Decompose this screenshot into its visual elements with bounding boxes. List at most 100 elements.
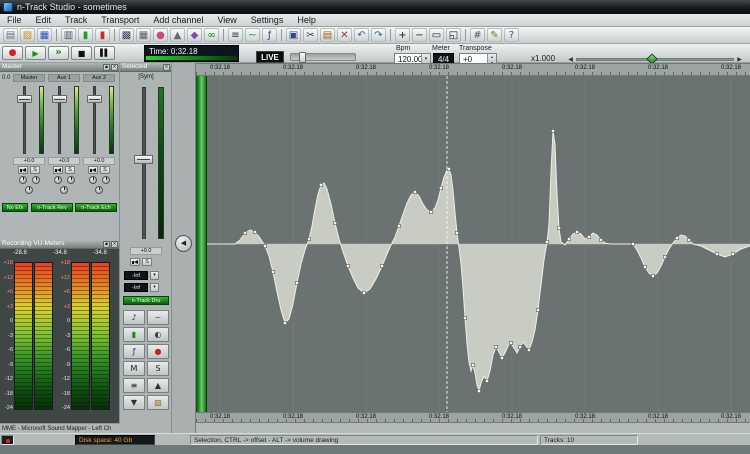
snap-grid-icon[interactable]: # <box>470 28 485 42</box>
menu-file[interactable]: File <box>0 14 29 27</box>
envelope-node[interactable] <box>397 224 400 227</box>
panel-minimize-button[interactable]: ▪ <box>103 64 110 71</box>
menu-track[interactable]: Track <box>58 14 94 27</box>
panel-close-button[interactable]: ✕ <box>163 64 170 71</box>
undo-icon[interactable]: ↶ <box>354 28 369 42</box>
envelope-node[interactable] <box>471 363 474 366</box>
envelope-node[interactable] <box>545 240 548 243</box>
envelope-node[interactable] <box>243 231 246 234</box>
menu-add-channel[interactable]: Add channel <box>146 14 210 27</box>
play-button[interactable]: ▶ <box>25 46 46 60</box>
volume-fader[interactable] <box>48 84 80 156</box>
master-effect-2-button[interactable]: n-Track Ech <box>75 203 117 212</box>
envelope-node[interactable] <box>551 129 554 132</box>
pan-knob[interactable] <box>54 176 62 184</box>
envelope-node[interactable] <box>575 230 578 233</box>
draw-tool-icon[interactable]: ✎ <box>487 28 502 42</box>
envelope-node[interactable] <box>599 238 602 241</box>
envelope-node[interactable] <box>587 235 590 238</box>
envelope-node[interactable] <box>463 316 466 319</box>
envelope-node[interactable] <box>715 252 718 255</box>
pause-button[interactable]: ▌▌ <box>94 46 115 60</box>
copy-icon[interactable]: ▣ <box>286 28 301 42</box>
zoom-out-icon[interactable]: − <box>412 28 427 42</box>
menu-settings[interactable]: Settings <box>244 14 291 27</box>
fader-knob[interactable] <box>17 95 32 103</box>
track-mute-button[interactable]: M <box>123 361 145 376</box>
track-up-button[interactable]: ▲ <box>147 378 169 393</box>
track-piano-button[interactable]: ♪ <box>123 310 145 325</box>
piano-roll-icon[interactable]: ▩ <box>119 28 134 42</box>
mixer-icon[interactable]: ▥ <box>61 28 76 42</box>
envelope-node[interactable] <box>362 291 365 294</box>
cut-icon[interactable]: ✂ <box>303 28 318 42</box>
envelope-node[interactable] <box>455 231 458 234</box>
mute-button[interactable] <box>88 166 98 174</box>
envelope-node[interactable] <box>307 237 310 240</box>
mute-button[interactable] <box>53 166 63 174</box>
timeline-ruler-top[interactable]: 0:32.180:32.180:32.180:32.180:32.180:32.… <box>196 63 750 76</box>
envelope-node[interactable] <box>477 389 480 392</box>
panel-close-button[interactable]: ✕ <box>111 64 118 71</box>
volume-fader[interactable] <box>13 84 45 156</box>
zoom-in-icon[interactable]: + <box>395 28 410 42</box>
envelope-node[interactable] <box>557 226 560 229</box>
menu-transport[interactable]: Transport <box>94 14 146 27</box>
title-bar[interactable]: n-Track Studio - sometimes <box>0 0 750 14</box>
loop-icon[interactable]: ∞ <box>204 28 219 42</box>
selected-panel-header[interactable]: Selected ✕ <box>120 63 171 72</box>
fader-knob[interactable] <box>87 95 102 103</box>
song-list-icon[interactable]: ≡ <box>228 28 243 42</box>
envelope-node[interactable] <box>413 190 416 193</box>
waveform-editor[interactable] <box>207 76 750 412</box>
envelope-node[interactable] <box>536 308 539 311</box>
pan-knob[interactable] <box>89 176 97 184</box>
aux1-send-knob[interactable] <box>67 176 75 184</box>
envelope-node[interactable] <box>494 345 497 348</box>
tempo-slider[interactable] <box>290 53 356 61</box>
menu-help[interactable]: Help <box>290 14 323 27</box>
master-panel-header[interactable]: Master ▪ ✕ <box>0 63 119 72</box>
aux2-send-knob[interactable] <box>60 186 68 194</box>
vu-panel-header[interactable]: Recording VU-Meters ▪ ✕ <box>0 240 119 249</box>
mute-button[interactable] <box>18 166 28 174</box>
eq-icon[interactable]: ~ <box>245 28 260 42</box>
fader-knob[interactable] <box>52 95 67 103</box>
solo-button[interactable]: S <box>100 166 110 174</box>
help-icon[interactable]: ? <box>504 28 519 42</box>
record-button[interactable]: ● <box>2 46 23 60</box>
stop-button[interactable]: ■ <box>71 46 92 60</box>
effects-icon[interactable]: ƒ <box>262 28 277 42</box>
tempo-slider-thumb[interactable] <box>299 52 306 63</box>
live-button[interactable]: LIVE <box>256 51 284 63</box>
metronome-icon[interactable]: ▲ <box>170 28 185 42</box>
envelope-node[interactable] <box>731 252 734 255</box>
open-file-icon[interactable]: ▨ <box>20 28 35 42</box>
track-fx-button[interactable]: ƒ <box>123 344 145 359</box>
envelope-node[interactable] <box>651 274 654 277</box>
solo-button[interactable]: S <box>142 258 152 266</box>
track-effect-button[interactable]: n-Track Dru <box>123 296 169 305</box>
solo-button[interactable]: S <box>30 166 40 174</box>
new-song-icon[interactable]: ▤ <box>3 28 18 42</box>
zoom-selection-icon[interactable]: ▭ <box>429 28 444 42</box>
envelope-node[interactable] <box>439 186 442 189</box>
chevron-down-icon[interactable]: ▾ <box>150 271 159 280</box>
volume-fader[interactable] <box>83 84 115 156</box>
envelope-node[interactable] <box>429 210 432 213</box>
scroll-left-button[interactable]: ◀ <box>175 235 192 252</box>
track-solo-button[interactable]: S <box>147 361 169 376</box>
recording-vu-icon[interactable]: ▮ <box>95 28 110 42</box>
envelope-node[interactable] <box>663 255 666 258</box>
track-volume-button[interactable]: ▮ <box>123 327 145 342</box>
zoom-all-icon[interactable]: ◱ <box>446 28 461 42</box>
envelope-node[interactable] <box>643 265 646 268</box>
paste-icon[interactable]: ▤ <box>320 28 335 42</box>
envelope-node[interactable] <box>527 348 530 351</box>
delete-icon[interactable]: ✕ <box>337 28 352 42</box>
envelope-node[interactable] <box>509 341 512 344</box>
redo-icon[interactable]: ↷ <box>371 28 386 42</box>
virtual-keyboard-icon[interactable]: ▦ <box>136 28 151 42</box>
panel-close-button[interactable]: ✕ <box>111 241 118 248</box>
aux2-send-knob[interactable] <box>95 186 103 194</box>
